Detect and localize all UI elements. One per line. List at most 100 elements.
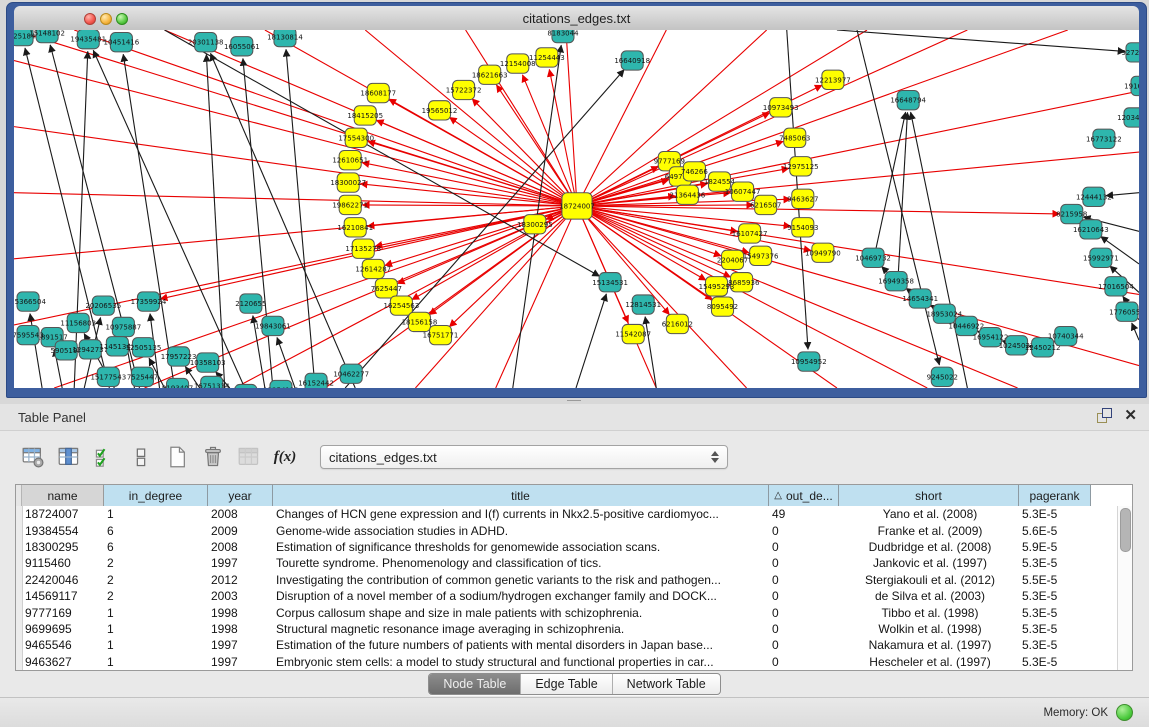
graph-edge[interactable] [911,112,968,388]
delete-table-icon[interactable] [198,442,228,472]
graph-edge[interactable] [1132,323,1139,340]
graph-node[interactable]: 9245022 [927,367,958,386]
graph-edge[interactable] [898,112,907,276]
graph-node[interactable]: 7485063 [779,128,810,147]
graph-node[interactable]: 10975887 [106,317,142,336]
graph-node[interactable]: 25366504 [14,292,46,311]
scrollbar-thumb[interactable] [1120,508,1131,552]
graph-node[interactable]: 19435481 [70,30,106,49]
graph-node[interactable]: 19843061 [255,316,291,335]
graph-node[interactable]: 12975125 [783,157,819,176]
graph-node[interactable]: 19565012 [422,101,458,120]
graph-edge[interactable] [577,91,1139,206]
graph-node[interactable]: 16055061 [224,37,260,56]
graph-edge[interactable] [576,294,606,388]
close-panel-icon[interactable]: ✕ [1124,408,1137,423]
table-row[interactable]: 1456911722003Disruption of a novel membe… [16,588,1132,604]
column-header-name[interactable]: name [22,485,104,506]
graph-node[interactable]: 12610651 [332,151,368,170]
float-panel-icon[interactable] [1097,408,1112,423]
tab-node-table[interactable]: Node Table [429,674,521,694]
table-selector-dropdown[interactable]: citations_edges.txt [320,445,728,469]
column-header-short[interactable]: short [839,485,1019,506]
graph-node[interactable]: 2204067 [717,250,748,269]
graph-node[interactable]: 6216507 [750,195,781,214]
graph-node[interactable]: 12034531 [1117,108,1139,127]
graph-node[interactable]: 18415205 [347,106,383,125]
tab-edge-table[interactable]: Edge Table [521,674,612,694]
graph-edge[interactable] [14,193,577,206]
table-row[interactable]: 911546021997Tourette syndrome. Phenomeno… [16,555,1132,571]
column-header-title[interactable]: title [273,485,769,506]
graph-node[interactable]: 16648794 [890,91,926,110]
vertical-scrollbar[interactable] [1117,506,1132,670]
graph-node[interactable]: 16152442 [298,373,334,388]
graph-node[interactable]: 11156803 [60,313,96,332]
function-builder-icon[interactable]: f(x) [270,442,300,472]
rows-icon[interactable] [126,442,156,472]
new-table-icon[interactable] [162,442,192,472]
graph-hub-node[interactable]: 18724007 [559,193,595,219]
graph-node[interactable]: 9272744 [1121,43,1139,62]
graph-node[interactable]: 15497376 [743,246,779,265]
network-window-titlebar[interactable]: citations_edges.txt [14,6,1139,31]
graph-node[interactable]: 12444132 [1076,187,1112,206]
graph-edge[interactable] [74,30,577,206]
graph-node[interactable]: 18130814 [267,30,303,47]
graph-edge[interactable] [577,206,706,280]
graph-node[interactable]: 6216012 [662,314,693,333]
close-window-button[interactable] [84,13,96,25]
show-columns-icon[interactable] [54,442,84,472]
graph-node[interactable]: 18198833 [228,384,264,388]
graph-edge[interactable] [286,49,315,388]
minimize-window-button[interactable] [100,13,112,25]
graph-node[interactable]: 12614287 [355,259,391,278]
graph-node[interactable]: 17359924 [131,292,167,311]
graph-node[interactable]: 10451416 [104,33,140,52]
table-options-icon[interactable] [18,442,48,472]
table-row[interactable]: 977716911998Corpus callosum shape and si… [16,604,1132,620]
memory-indicator[interactable] [1116,704,1133,721]
graph-node[interactable]: 11542087 [615,324,651,343]
graph-node[interactable]: 10949790 [805,243,841,262]
graph-node[interactable]: 16640918 [614,51,650,70]
graph-node[interactable]: 16210841 [337,218,373,237]
table-row[interactable]: 1830029562008Estimation of significance … [16,539,1132,555]
column-header-in_degree[interactable]: in_degree [104,485,208,506]
graph-node[interactable]: 17135278 [345,239,381,258]
graph-node[interactable]: 15992971 [1083,248,1119,267]
graph-edge[interactable] [362,163,577,206]
column-header-pagerank[interactable]: pagerank [1019,485,1091,506]
graph-edge[interactable] [243,58,273,388]
graph-node[interactable]: 7525447 [127,367,158,386]
graph-node[interactable]: 10954952 [791,352,827,371]
graph-node[interactable]: 8183044 [547,30,579,43]
graph-node[interactable]: 7595543 [14,325,44,344]
graph-node[interactable]: 9463627 [787,189,818,208]
graph-node[interactable]: 19862271 [332,195,368,214]
zoom-window-button[interactable] [116,13,128,25]
network-view-canvas[interactable]: 1825184315148102194354811045141620301138… [14,30,1139,388]
graph-node[interactable]: 16949358 [878,272,914,291]
graph-node[interactable]: 19161028 [1124,76,1139,95]
graph-node[interactable]: 15148102 [29,30,65,43]
graph-edge[interactable] [837,30,1125,51]
graph-node[interactable]: 16107427 [732,224,768,243]
graph-node[interactable]: 9154093 [787,218,818,237]
graph-node[interactable]: 14654341 [902,289,938,308]
graph-node[interactable]: 2120655 [235,294,266,313]
table-row[interactable]: 1938455462009Genome-wide association stu… [16,522,1132,538]
table-row[interactable]: 969969511998Structural magnetic resonanc… [16,621,1132,637]
graph-edge[interactable] [645,317,656,388]
table-row[interactable]: 946554611997Estimation of the future num… [16,637,1132,653]
graph-node[interactable]: 17760553 [1109,302,1139,321]
graph-node[interactable]: 15722372 [446,80,482,99]
table-row[interactable]: 1872400712008Changes of HCN gene express… [16,506,1132,522]
table-row[interactable]: 2242004622012Investigating the contribut… [16,572,1132,588]
column-header-year[interactable]: year [208,485,273,506]
graph-edge[interactable] [30,314,42,388]
table-row[interactable]: 946362711997Embryonic stem cells: a mode… [16,654,1132,670]
graph-node[interactable]: 7625447 [371,279,402,298]
graph-node[interactable]: 8095492 [707,297,738,316]
row-selection-icon[interactable] [90,442,120,472]
